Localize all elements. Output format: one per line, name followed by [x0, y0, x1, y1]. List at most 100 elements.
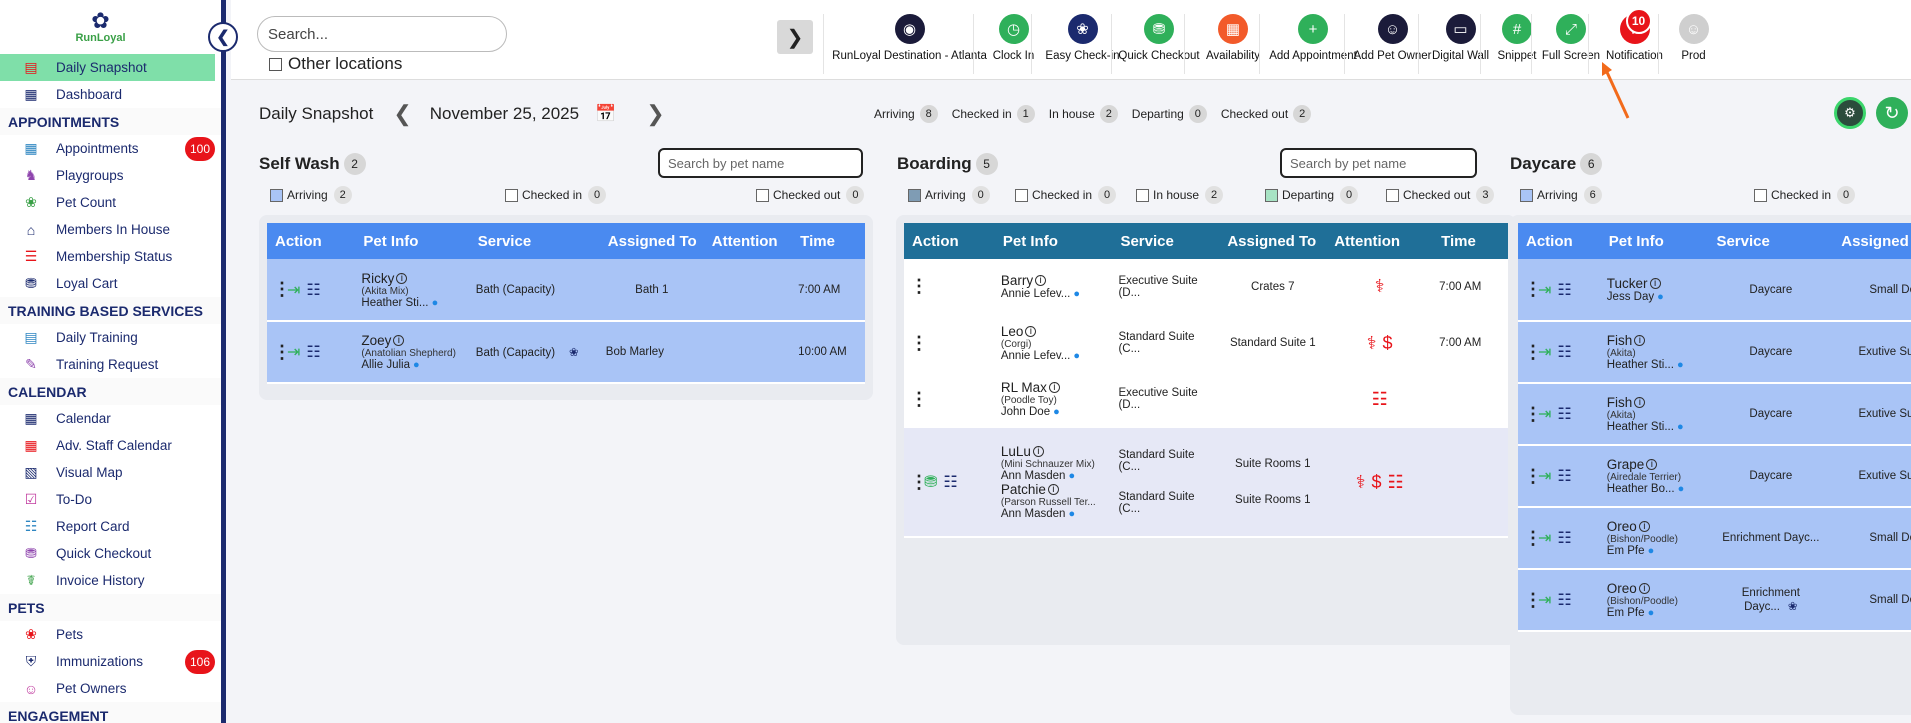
summary-in-house[interactable]: In house 2 — [1049, 105, 1118, 123]
table-row[interactable]: ⋮ ⇥ ☷ Oreo i (Bishon/Poodle) Em Pfe ● Enrichmen… — [1518, 507, 1911, 569]
pet-name-text[interactable]: Patchie — [1001, 482, 1046, 497]
pet-name[interactable]: Fish i — [1607, 333, 1703, 348]
filter-checkbox[interactable] — [1754, 188, 1767, 202]
check-in-icon[interactable]: ⇥ — [1538, 342, 1551, 362]
boarding-filter-checked-in[interactable]: Checked in 0 — [1015, 186, 1117, 204]
info-icon[interactable]: i — [1025, 326, 1037, 337]
pet-name-text[interactable]: Fish — [1607, 395, 1633, 410]
chat-icon[interactable]: ● — [429, 297, 439, 309]
more-menu-icon[interactable]: ⋮ — [1524, 279, 1542, 300]
filter-checkbox[interactable] — [505, 188, 518, 202]
check-in-icon[interactable]: ⇥ — [1538, 466, 1551, 486]
sidebar-item-invoice-history[interactable]: ☤ Invoice History — [0, 567, 221, 594]
table-row[interactable]: ⋮ Barry i Annie Lefev... ● Executive Suite (… — [904, 259, 1508, 315]
info-icon[interactable]: i — [396, 272, 408, 284]
report-card-icon[interactable]: ☷ — [1557, 280, 1571, 300]
summary-checked-out[interactable]: Checked out 2 — [1221, 105, 1312, 123]
report-card-icon[interactable]: ☷ — [1557, 466, 1571, 486]
filter-checkbox[interactable] — [1520, 188, 1533, 202]
chat-icon[interactable]: ● — [1050, 406, 1060, 418]
filter-checkbox[interactable] — [1136, 188, 1149, 202]
sidebar-item-members-in-house[interactable]: ⌂ Members In House — [0, 216, 221, 243]
pet-name[interactable]: Zoey i — [361, 333, 463, 348]
report-card-icon[interactable]: ☷ — [1557, 404, 1571, 424]
table-row[interactable]: ⋮ ⇥ ☷ Fish i (Akita) Heather Sti... ● Daycare Ex… — [1518, 383, 1911, 445]
chat-icon[interactable]: ● — [1645, 607, 1655, 619]
report-card-icon[interactable]: ☷ — [306, 342, 320, 362]
report-card-icon[interactable]: ☷ — [1557, 528, 1571, 548]
refresh-icon[interactable]: ↻ — [1876, 97, 1908, 129]
more-menu-icon[interactable]: ⋮ — [1524, 590, 1542, 611]
sidebar-item-daily-training[interactable]: ▤ Daily Training — [0, 324, 221, 351]
selfwash-filter-checked-in[interactable]: Checked in 0 — [505, 186, 607, 204]
chat-icon[interactable]: ● — [1645, 545, 1655, 557]
info-icon[interactable]: i — [1638, 583, 1650, 594]
pet-name-text[interactable]: Grape — [1607, 457, 1645, 472]
table-row[interactable]: ⋮ ⇥ ☷ Ricky i (Akita Mix) Heather Sti... ● Bath… — [267, 259, 865, 321]
sidebar-item-calendar[interactable]: ▦ Calendar — [0, 405, 221, 432]
info-icon[interactable]: i — [1634, 397, 1646, 408]
chat-icon[interactable]: ● — [410, 359, 420, 371]
medication-icon[interactable]: ⚕ — [1367, 333, 1377, 353]
sidebar-item-appointments[interactable]: ▦ Appointments 100 — [0, 135, 221, 162]
summary-departing[interactable]: Departing 0 — [1132, 105, 1207, 123]
more-menu-icon[interactable]: ⋮ — [910, 333, 928, 354]
more-menu-icon[interactable]: ⋮ — [273, 279, 291, 300]
runloyal-logo[interactable]: ✿ RunLoyal — [0, 0, 221, 54]
info-icon[interactable]: i — [1634, 335, 1646, 346]
check-in-icon[interactable]: ⇥ — [1538, 528, 1551, 548]
pet-name[interactable]: Leo i — [1001, 324, 1107, 339]
table-row[interactable]: ⋮ ⇥ ☷ Grape i (Airedale Terrier) Heather Bo...… — [1518, 445, 1911, 507]
daycare-filter-arriving[interactable]: Arriving 6 — [1520, 186, 1602, 204]
paw-status-icon[interactable]: ⚙ — [1834, 97, 1866, 129]
info-icon[interactable]: i — [1649, 278, 1661, 289]
pet-name-text[interactable]: Fish — [1607, 333, 1633, 348]
chat-icon[interactable]: ● — [1065, 508, 1075, 520]
next-date-button[interactable]: ❯ — [646, 101, 664, 127]
sidebar-item-pet-count[interactable]: ❀ Pet Count — [0, 189, 221, 216]
notes-icon[interactable]: ☷ — [1372, 389, 1388, 409]
sidebar-item-report-card[interactable]: ☷ Report Card — [0, 513, 221, 540]
filter-checkbox[interactable] — [1386, 188, 1399, 202]
owner-name[interactable]: John Doe — [1001, 406, 1050, 418]
other-locations-checkbox[interactable]: Other locations — [269, 54, 402, 74]
owner-name[interactable]: Em Pfe — [1607, 607, 1645, 619]
boarding-filter-checked-out[interactable]: Checked out 3 — [1386, 186, 1495, 204]
owner-name[interactable]: Heather Bo... — [1607, 483, 1675, 495]
check-in-icon[interactable]: ⇥ — [1538, 404, 1551, 424]
more-menu-icon[interactable]: ⋮ — [1524, 528, 1542, 549]
sidebar-item-adv-staff-calendar[interactable]: ▦ Adv. Staff Calendar — [0, 432, 221, 459]
pet-name-text[interactable]: LuLu — [1001, 444, 1031, 459]
pet-name-text[interactable]: Leo — [1001, 324, 1024, 339]
pet-name-text[interactable]: Ricky — [361, 271, 394, 286]
owner-name[interactable]: Annie Lefev... — [1001, 288, 1070, 300]
info-icon[interactable]: i — [393, 335, 405, 346]
search-input[interactable]: Search... — [257, 16, 507, 52]
more-menu-icon[interactable]: ⋮ — [1524, 404, 1542, 425]
expand-toolbar-button[interactable]: ❯ — [777, 20, 813, 54]
owner-name[interactable]: Em Pfe — [1607, 545, 1645, 557]
filter-checkbox[interactable] — [1015, 188, 1028, 202]
owner-name[interactable]: Heather Sti... — [361, 297, 428, 309]
selfwash-filter-checked-out[interactable]: Checked out 0 — [756, 186, 865, 204]
pet-name-text[interactable]: Oreo — [1607, 581, 1637, 596]
boarding-filter-departing[interactable]: Departing 0 — [1265, 186, 1359, 204]
filter-checkbox[interactable] — [756, 188, 769, 202]
chat-icon[interactable]: ● — [1674, 421, 1684, 433]
filter-checkbox[interactable] — [270, 188, 283, 202]
chat-icon[interactable]: ● — [1654, 291, 1664, 303]
more-menu-icon[interactable]: ⋮ — [1524, 466, 1542, 487]
chat-icon[interactable]: ● — [1675, 483, 1685, 495]
report-card-icon[interactable]: ☷ — [943, 472, 957, 492]
report-card-icon[interactable]: ☷ — [306, 280, 320, 300]
sidebar-item-loyal-cart[interactable]: ⛃ Loyal Cart — [0, 270, 221, 297]
info-icon[interactable]: i — [1047, 484, 1059, 495]
selfwash-search-input[interactable]: Search by pet name — [658, 148, 863, 178]
sidebar-item-quick-checkout[interactable]: ⛃ Quick Checkout — [0, 540, 221, 567]
sidebar-item-membership-status[interactable]: ☰ Membership Status — [0, 243, 221, 270]
sidebar-item-daily-snapshot[interactable]: ▤ Daily Snapshot — [0, 54, 215, 81]
check-in-icon[interactable]: ⇥ — [1538, 590, 1551, 610]
filter-checkbox[interactable] — [908, 188, 921, 202]
owner-name[interactable]: Allie Julia — [361, 359, 410, 371]
payment-due-icon[interactable]: $ — [1383, 333, 1393, 353]
